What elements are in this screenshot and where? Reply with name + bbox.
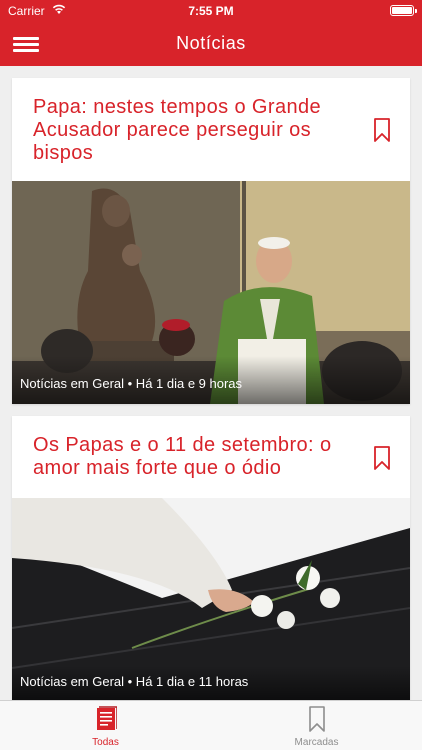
tab-label: Todas [92, 737, 119, 748]
navigation-bar: Notícias [0, 22, 422, 66]
tab-label: Marcadas [294, 737, 339, 748]
status-bar: Carrier 7:55 PM [0, 0, 422, 22]
bookmark-icon[interactable] [374, 118, 390, 142]
battery-icon [390, 5, 417, 16]
bookmark-icon [306, 706, 328, 737]
article-photo[interactable]: Notícias em Geral • Há 1 dia e 9 horas [12, 181, 410, 404]
bookmark-icon[interactable] [374, 446, 390, 470]
news-card[interactable]: Os Papas e o 11 de setembro: o amor mais… [12, 416, 410, 700]
article-headline[interactable]: Os Papas e o 11 de setembro: o amor mais… [33, 434, 363, 480]
newspaper-icon [95, 706, 118, 737]
news-card[interactable]: Papa: nestes tempos o Grande Acusador pa… [12, 78, 410, 404]
article-photo[interactable]: Notícias em Geral • Há 1 dia e 11 horas [12, 498, 410, 700]
tab-saved[interactable]: Marcadas [211, 701, 422, 750]
article-meta: Notícias em Geral • Há 1 dia e 9 horas [12, 356, 410, 404]
clock: 7:55 PM [188, 4, 234, 18]
tab-bar: Todas Marcadas [0, 700, 422, 750]
article-headline[interactable]: Papa: nestes tempos o Grande Acusador pa… [33, 96, 363, 165]
tab-all[interactable]: Todas [0, 701, 211, 750]
article-meta: Notícias em Geral • Há 1 dia e 11 horas [12, 666, 410, 700]
page-title: Notícias [176, 33, 246, 53]
